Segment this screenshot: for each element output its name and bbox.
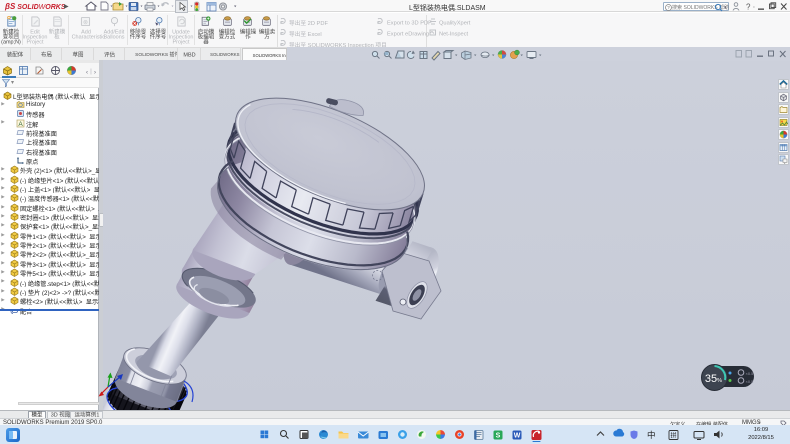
svg-text:S: S	[496, 433, 501, 440]
svg-text:中: 中	[647, 430, 656, 440]
svg-text:35%: 35%	[705, 373, 722, 385]
svg-text:⊗: ⊗	[83, 20, 88, 26]
svg-text:×0.5: ×0.5	[746, 379, 755, 384]
svg-text:A: A	[18, 121, 23, 128]
svg-text:×0.5: ×0.5	[746, 371, 755, 376]
svg-text:?: ?	[667, 5, 670, 10]
svg-text:W: W	[514, 433, 521, 440]
svg-text:拼: 拼	[670, 432, 676, 440]
svg-text:?: ?	[746, 3, 751, 12]
svg-text:⋅: ⋅	[753, 5, 755, 11]
